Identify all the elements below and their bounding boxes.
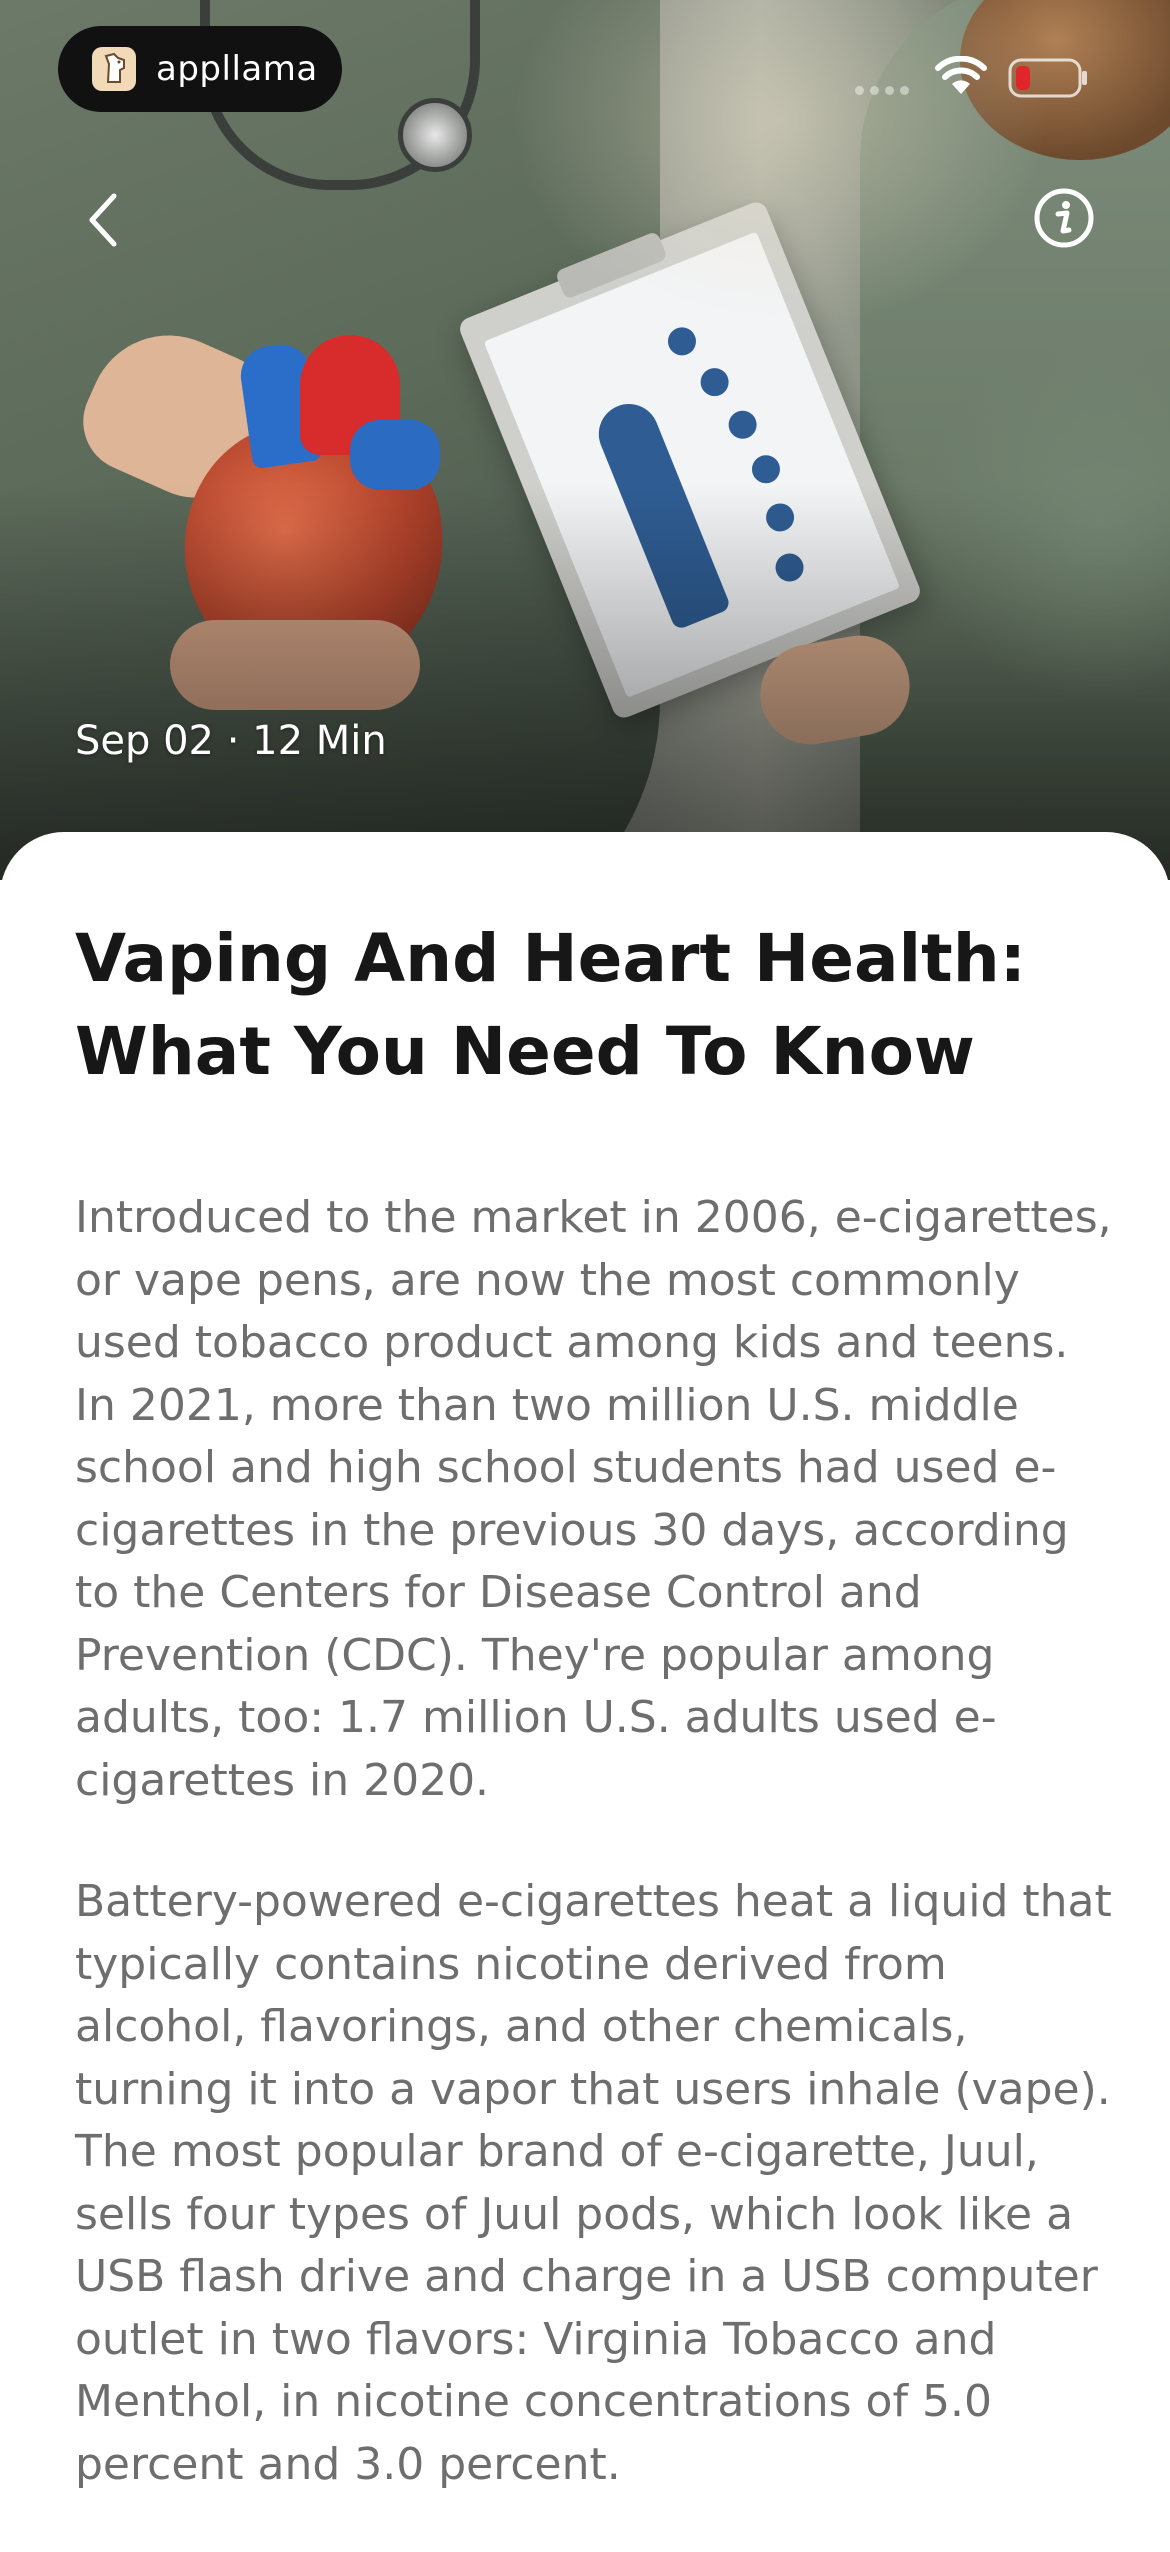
- article-read-time: 12 Min: [252, 718, 387, 764]
- meta-separator: ·: [226, 718, 240, 764]
- app-badge[interactable]: appllama: [58, 26, 342, 112]
- battery-icon: [1008, 58, 1087, 98]
- llama-logo-icon: [92, 47, 136, 91]
- app-name: appllama: [156, 49, 318, 89]
- article-date: Sep 02: [75, 718, 215, 764]
- info-icon[interactable]: [1032, 186, 1096, 250]
- wifi-icon: [935, 56, 987, 94]
- article-paragraph: Introduced to the market in 2006, e-ciga…: [75, 1192, 1112, 1806]
- article-paragraph: Battery-powered e-cigarettes heat a liqu…: [75, 1876, 1112, 2490]
- chevron-left-icon[interactable]: [80, 190, 130, 250]
- cellular-signal-icon: [855, 86, 909, 95]
- article-title: Vaping And Heart Health: What You Need T…: [75, 920, 1027, 1090]
- article-meta: Sep 02 · 12 Min: [75, 718, 387, 764]
